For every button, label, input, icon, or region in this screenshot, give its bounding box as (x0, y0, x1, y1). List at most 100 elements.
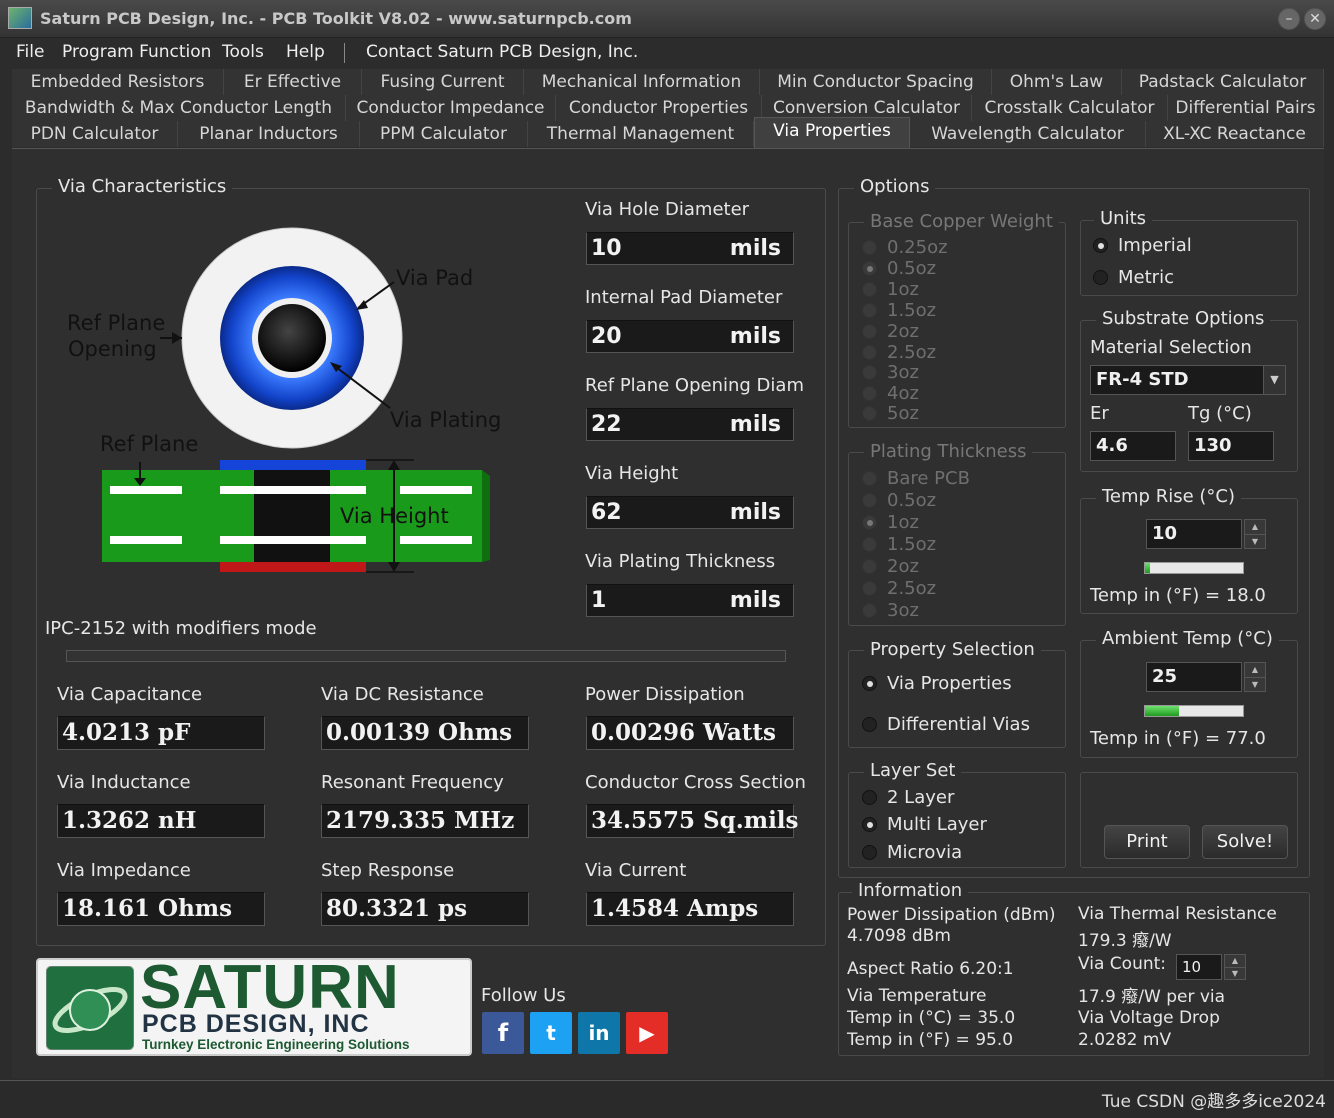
tab-wavelength-calculator[interactable]: Wavelength Calculator (910, 121, 1146, 147)
conductor-cross-section-value: 34.5575 Sq.mils (586, 804, 799, 838)
plating-2-5oz[interactable]: 2.5oz (862, 578, 936, 599)
ambient-temp-slider[interactable] (1144, 705, 1244, 717)
tab-mechanical-information[interactable]: Mechanical Information (524, 69, 760, 95)
progress-bar (66, 650, 786, 662)
resonant-frequency-value: 2179.335 MHz (321, 804, 529, 838)
temp-rise-readout: Temp in (°F) = 18.0 (1090, 585, 1266, 606)
internal-pad-diameter-input[interactable]: 20 mils (586, 320, 794, 353)
temp-rise-spinner[interactable]: ▲ ▼ (1244, 519, 1266, 549)
via-inductance-label: Via Inductance (57, 772, 191, 793)
tab-er-effective[interactable]: Er Effective (224, 69, 362, 95)
via-count-spinner[interactable]: ▲ ▼ (1224, 954, 1246, 980)
tab-ppm-calculator[interactable]: PPM Calculator (360, 121, 528, 147)
base-copper-1-5oz[interactable]: 1.5oz (862, 300, 936, 321)
tab-ohms-law[interactable]: Ohm's Law (992, 69, 1122, 95)
differential-vias-radio[interactable]: Differential Vias (862, 714, 1030, 735)
plating-bare-pcb[interactable]: Bare PCB (862, 468, 970, 489)
ref-plane-opening-diam-input[interactable]: 22 mils (586, 408, 794, 441)
tab-conductor-properties[interactable]: Conductor Properties (556, 95, 762, 121)
ambient-temp-readout: Temp in (°F) = 77.0 (1090, 728, 1266, 749)
spin-up-icon[interactable]: ▲ (1225, 955, 1245, 967)
via-inductance-value: 1.3262 nH (57, 804, 265, 838)
via-pad-label: Via Pad (396, 266, 474, 290)
temp-rise-slider[interactable] (1144, 562, 1244, 574)
tab-xl-xc-reactance[interactable]: XL-XC Reactance (1146, 121, 1324, 147)
spin-down-icon[interactable]: ▼ (1245, 534, 1265, 548)
tab-embedded-resistors[interactable]: Embedded Resistors (12, 69, 224, 95)
tab-crosstalk-calculator[interactable]: Crosstalk Calculator (972, 95, 1168, 121)
print-button[interactable]: Print (1104, 825, 1190, 859)
via-impedance-value: 18.161 Ohms (57, 892, 265, 926)
substrate-options-title: Substrate Options (1096, 308, 1271, 329)
base-copper-5oz[interactable]: 5oz (862, 403, 919, 424)
tab-fusing-current[interactable]: Fusing Current (362, 69, 524, 95)
tab-thermal-management[interactable]: Thermal Management (528, 121, 754, 147)
plating-0-5oz[interactable]: 0.5oz (862, 490, 936, 511)
facebook-icon[interactable]: f (482, 1012, 524, 1054)
temp-rise-title: Temp Rise (°C) (1096, 486, 1241, 507)
menu-file[interactable]: File (16, 42, 44, 62)
material-select[interactable]: FR-4 STD ▼ (1090, 365, 1286, 395)
base-copper-0-5oz[interactable]: 0.5oz (862, 258, 936, 279)
ambient-temp-input[interactable]: 25 (1146, 662, 1242, 692)
menu-tools[interactable]: Tools (222, 42, 264, 62)
layer-microvia-radio[interactable]: Microvia (862, 842, 962, 863)
tab-via-properties[interactable]: Via Properties (754, 117, 910, 148)
plating-2oz[interactable]: 2oz (862, 556, 919, 577)
temp-rise-input[interactable]: 10 (1146, 519, 1242, 549)
ambient-temp-spinner[interactable]: ▲ ▼ (1244, 662, 1266, 692)
thermal-resistance-per-via: 17.9 癈/W per via (1078, 987, 1226, 1007)
base-copper-2-5oz[interactable]: 2.5oz (862, 342, 936, 363)
via-count-input[interactable]: 10 (1176, 954, 1222, 980)
calculation-mode-label: IPC-2152 with modifiers mode (45, 618, 317, 639)
linkedin-icon[interactable]: in (578, 1012, 620, 1054)
menu-contact[interactable]: Contact Saturn PCB Design, Inc. (366, 42, 638, 62)
tab-conductor-impedance[interactable]: Conductor Impedance (346, 95, 556, 121)
solve-button[interactable]: Solve! (1202, 825, 1288, 859)
top-pad (220, 460, 366, 470)
close-button[interactable]: ✕ (1304, 8, 1326, 30)
plating-1oz[interactable]: 1oz (862, 512, 919, 533)
saturn-logo[interactable]: SATURN PCB DESIGN, INC Turnkey Electroni… (36, 958, 472, 1056)
spin-up-icon[interactable]: ▲ (1245, 520, 1265, 534)
youtube-icon[interactable]: ▶ (626, 1012, 668, 1054)
power-dissipation-label: Power Dissipation (585, 684, 745, 705)
via-temperature-c: Temp in (°C) = 35.0 (847, 1008, 1016, 1028)
via-hole-diameter-input[interactable]: 10 mils (586, 232, 794, 265)
tg-input[interactable]: 130 (1188, 431, 1274, 461)
menu-program-function[interactable]: Program Function (62, 42, 211, 62)
layer-multi-radio[interactable]: Multi Layer (862, 814, 987, 835)
tab-min-conductor-spacing[interactable]: Min Conductor Spacing (760, 69, 992, 95)
base-copper-1oz[interactable]: 1oz (862, 279, 919, 300)
menu-help[interactable]: Help (286, 42, 325, 62)
twitter-icon[interactable]: t (530, 1012, 572, 1054)
layer-2-radio[interactable]: 2 Layer (862, 787, 954, 808)
spin-down-icon[interactable]: ▼ (1245, 677, 1265, 691)
saturn-planet-icon (46, 966, 134, 1050)
plating-3oz[interactable]: 3oz (862, 600, 919, 621)
via-plating-thickness-input[interactable]: 1 mils (586, 584, 794, 617)
conductor-cross-section-label: Conductor Cross Section (585, 772, 806, 793)
via-height-label: Via Height (585, 463, 679, 484)
minimize-button[interactable]: – (1278, 8, 1300, 30)
tab-padstack-calculator[interactable]: Padstack Calculator (1122, 69, 1324, 95)
chevron-down-icon[interactable]: ▼ (1263, 366, 1285, 394)
via-properties-radio[interactable]: Via Properties (862, 673, 1012, 694)
tab-planar-inductors[interactable]: Planar Inductors (178, 121, 360, 147)
spin-up-icon[interactable]: ▲ (1245, 663, 1265, 677)
base-copper-3oz[interactable]: 3oz (862, 362, 919, 383)
via-height-input[interactable]: 62 mils (586, 496, 794, 529)
er-input[interactable]: 4.6 (1090, 431, 1176, 461)
base-copper-4oz[interactable]: 4oz (862, 383, 919, 404)
base-copper-0-25oz[interactable]: 0.25oz (862, 237, 948, 258)
plating-1-5oz[interactable]: 1.5oz (862, 534, 936, 555)
tab-pdn-calculator[interactable]: PDN Calculator (12, 121, 178, 147)
bottom-pad (220, 562, 366, 572)
units-imperial-radio[interactable]: Imperial (1093, 235, 1192, 256)
spin-down-icon[interactable]: ▼ (1225, 967, 1245, 979)
base-copper-2oz[interactable]: 2oz (862, 321, 919, 342)
tab-differential-pairs[interactable]: Differential Pairs (1168, 95, 1324, 121)
units-metric-radio[interactable]: Metric (1093, 267, 1174, 288)
tab-bandwidth-max-conductor-length[interactable]: Bandwidth & Max Conductor Length (12, 95, 346, 121)
via-capacitance-value: 4.0213 pF (57, 716, 265, 750)
